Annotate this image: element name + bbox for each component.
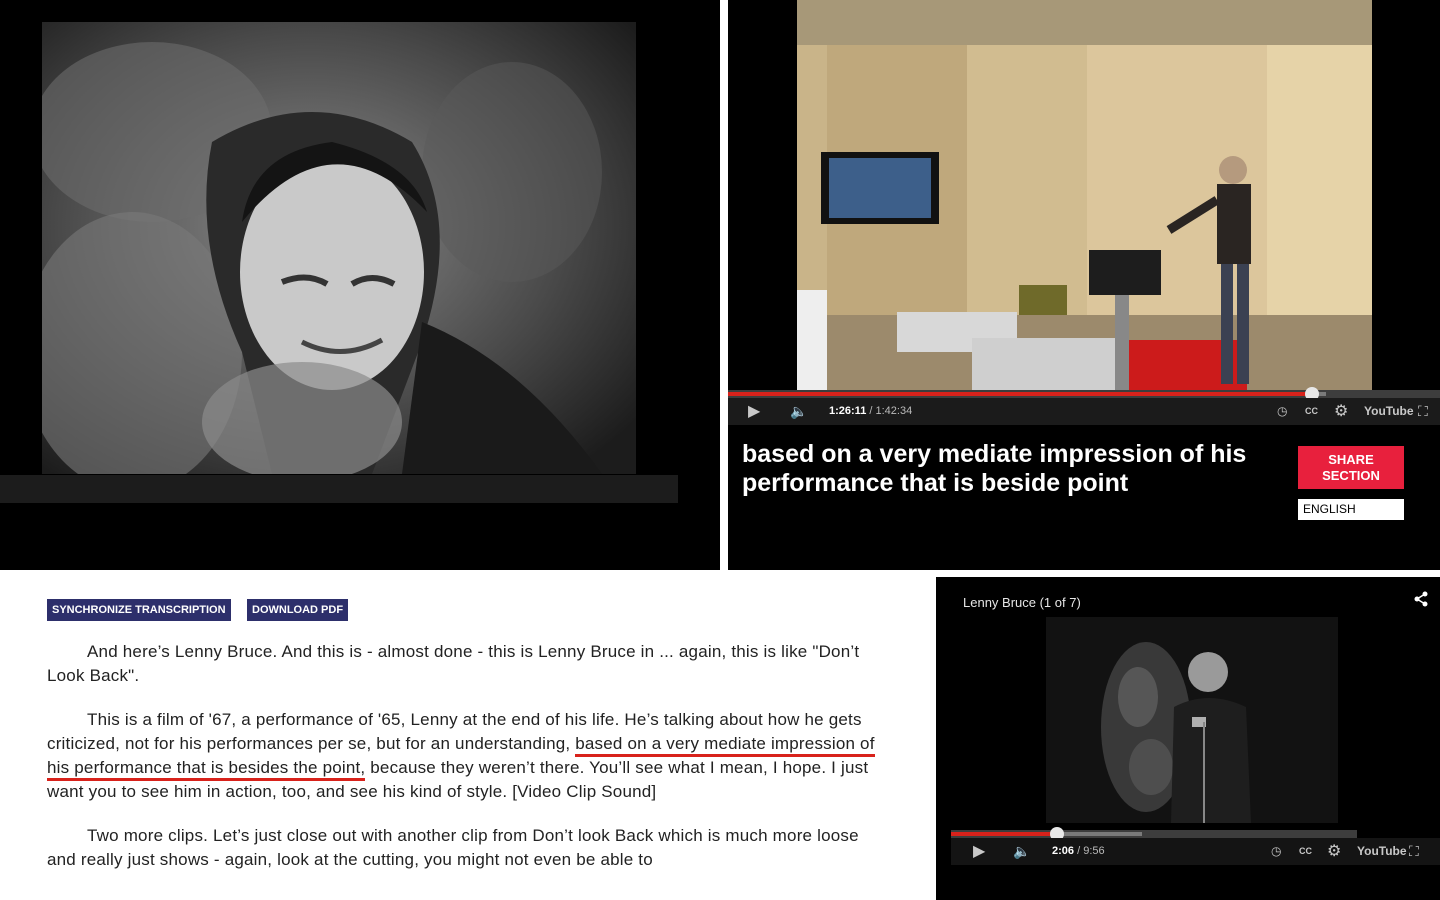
play-icon[interactable]: ▶ [748, 398, 760, 425]
play-icon[interactable]: ▶ [973, 838, 985, 865]
lecture-video-player: ▶ 🔈 1:26:11 / 1:42:34 ◷ CC ⚙ YouTube ⛶ b… [728, 0, 1440, 570]
embedded-video-player: Lenny Bruce (1 of 7) ▶ 🔈 2:06 / 9:56 ◷ C… [936, 577, 1440, 900]
elapsed-time: 1:26:11 [829, 405, 867, 417]
time-display: 1:26:11 / 1:42:34 [829, 398, 912, 425]
time-display: 2:06 / 9:56 [1052, 838, 1105, 865]
transcript-paragraph: This is a film of '67, a performance of … [47, 708, 887, 804]
fullscreen-icon[interactable]: ⛶ [1409, 838, 1419, 865]
captions-icon[interactable]: CC [1299, 838, 1312, 865]
duration-time: / 1:42:34 [869, 405, 913, 417]
fullscreen-icon[interactable]: ⛶ [1418, 398, 1428, 425]
embed-progress-bar[interactable] [951, 827, 1357, 841]
share-section-button[interactable]: SHARE SECTION [1298, 446, 1404, 489]
language-select[interactable]: ENGLISH [1298, 499, 1404, 520]
youtube-logo-icon[interactable]: YouTube [1364, 398, 1414, 425]
lecture-control-bar: ▶ 🔈 1:26:11 / 1:42:34 ◷ CC ⚙ YouTube ⛶ [728, 398, 1440, 425]
synchronize-transcription-button[interactable]: SYNCHRONIZE TRANSCRIPTION [47, 599, 231, 621]
captions-icon[interactable]: CC [1305, 398, 1318, 425]
transcript-paragraph: And here’s Lenny Bruce. And this is - al… [47, 642, 860, 685]
embed-video-frame[interactable] [1046, 617, 1338, 823]
settings-gear-icon[interactable]: ⚙ [1334, 398, 1348, 425]
played-bar [728, 392, 1312, 396]
download-pdf-button[interactable]: DOWNLOAD PDF [247, 599, 349, 621]
watch-later-icon[interactable]: ◷ [1271, 838, 1281, 865]
embed-control-bar: ▶ 🔈 2:06 / 9:56 ◷ CC ⚙ YouTube ⛶ [951, 838, 1440, 865]
lecture-video-frame[interactable] [797, 0, 1372, 390]
watch-later-icon[interactable]: ◷ [1277, 398, 1287, 425]
volume-icon[interactable]: 🔈 [790, 398, 807, 425]
duration-time: / 9:56 [1077, 845, 1105, 857]
film-still-panel [0, 0, 720, 570]
settings-gear-icon[interactable]: ⚙ [1327, 838, 1341, 865]
transcript-text: And here’s Lenny Bruce. And this is - al… [47, 640, 887, 892]
lecture-progress-bar[interactable] [728, 387, 1440, 401]
film-still-image [42, 22, 636, 474]
transcript-paragraph: Two more clips. Let’s just close out wit… [47, 826, 859, 869]
share-icon[interactable] [1414, 591, 1428, 612]
played-bar [951, 832, 1057, 836]
elapsed-time: 2:06 [1052, 845, 1075, 857]
current-subtitle: based on a very mediate impression of hi… [742, 440, 1247, 497]
transcript-panel: SYNCHRONIZE TRANSCRIPTION DOWNLOAD PDF A… [0, 570, 930, 900]
volume-icon[interactable]: 🔈 [1013, 838, 1030, 865]
embed-video-title[interactable]: Lenny Bruce (1 of 7) [963, 595, 1081, 610]
buffered-bar [1056, 832, 1142, 836]
film-bottom-bar [0, 475, 678, 503]
youtube-logo-icon[interactable]: YouTube [1357, 838, 1407, 865]
